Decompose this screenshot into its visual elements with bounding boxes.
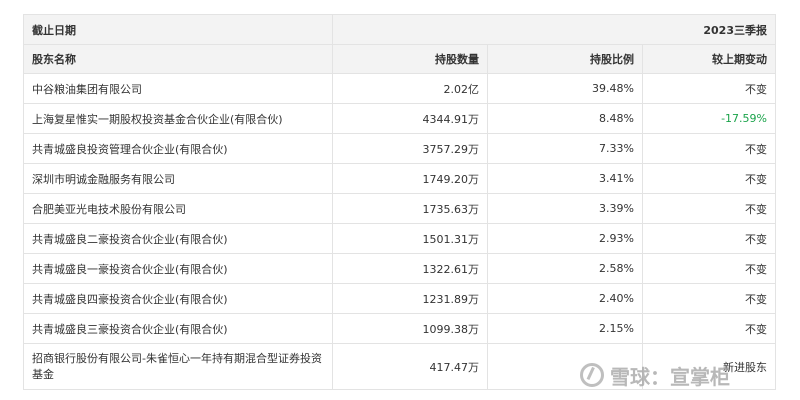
table-row: 上海复星惟实一期股权投资基金合伙企业(有限合伙) 4344.91万 8.48% -17… [23, 103, 776, 134]
table-row: 共青城盛良投资管理合伙企业(有限合伙) 3757.29万 7.33% 不变 [23, 133, 776, 164]
shareholder-name: 深圳市明诚金融服务有限公司 [23, 163, 333, 194]
shareholder-name: 共青城盛良投资管理合伙企业(有限合伙) [23, 133, 333, 164]
shares-cell: 2.02亿 [332, 73, 488, 104]
shares-cell: 1231.89万 [332, 283, 488, 314]
ratio-cell: 2.58% [487, 253, 643, 284]
shareholder-name: 共青城盛良四豪投资合伙企业(有限合伙) [23, 283, 333, 314]
ratio-cell: 2.15% [487, 313, 643, 344]
shares-cell: 1099.38万 [332, 313, 488, 344]
shareholder-table-container: 截止日期 2023三季报 股东名称 持股数量 持股比例 较上期变动 中谷粮油集团… [23, 14, 776, 390]
period-label: 2023三季报 [332, 14, 776, 45]
ratio-cell: 3.41% [487, 163, 643, 194]
table-row: 招商银行股份有限公司-朱雀恒心一年持有期混合型证券投资基金 417.47万 新进股东 [23, 343, 776, 390]
change-cell: 不变 [642, 223, 776, 254]
table-row: 中谷粮油集团有限公司 2.02亿 39.48% 不变 [23, 73, 776, 104]
shares-cell: 1501.31万 [332, 223, 488, 254]
column-header-row: 股东名称 持股数量 持股比例 较上期变动 [23, 44, 776, 74]
table-row: 共青城盛良三豪投资合伙企业(有限合伙) 1099.38万 2.15% 不变 [23, 313, 776, 344]
change-cell: 不变 [642, 133, 776, 164]
shares-cell: 1749.20万 [332, 163, 488, 194]
shares-cell: 1322.61万 [332, 253, 488, 284]
column-header-name: 股东名称 [23, 44, 333, 74]
ratio-cell: 2.40% [487, 283, 643, 314]
ratio-cell [487, 343, 643, 390]
table-row: 共青城盛良二豪投资合伙企业(有限合伙) 1501.31万 2.93% 不变 [23, 223, 776, 254]
table-row: 共青城盛良一豪投资合伙企业(有限合伙) 1322.61万 2.58% 不变 [23, 253, 776, 284]
ratio-cell: 8.48% [487, 103, 643, 134]
column-header-ratio: 持股比例 [487, 44, 643, 74]
change-cell: 新进股东 [642, 343, 776, 390]
shareholder-name: 共青城盛良三豪投资合伙企业(有限合伙) [23, 313, 333, 344]
column-header-change: 较上期变动 [642, 44, 776, 74]
shareholder-name: 上海复星惟实一期股权投资基金合伙企业(有限合伙) [23, 103, 333, 134]
ratio-cell: 39.48% [487, 73, 643, 104]
shareholder-name: 招商银行股份有限公司-朱雀恒心一年持有期混合型证券投资基金 [23, 343, 333, 390]
change-cell: 不变 [642, 193, 776, 224]
date-label: 截止日期 [23, 14, 333, 45]
shares-cell: 417.47万 [332, 343, 488, 390]
shares-cell: 1735.63万 [332, 193, 488, 224]
change-cell: -17.59% [642, 103, 776, 134]
table-row: 深圳市明诚金融服务有限公司 1749.20万 3.41% 不变 [23, 163, 776, 194]
table-body: 中谷粮油集团有限公司 2.02亿 39.48% 不变 上海复星惟实一期股权投资基金合伙企… [23, 73, 776, 390]
shareholder-name: 中谷粮油集团有限公司 [23, 73, 333, 104]
shares-cell: 4344.91万 [332, 103, 488, 134]
shareholder-name: 共青城盛良一豪投资合伙企业(有限合伙) [23, 253, 333, 284]
shareholder-name: 合肥美亚光电技术股份有限公司 [23, 193, 333, 224]
change-cell: 不变 [642, 283, 776, 314]
change-cell: 不变 [642, 253, 776, 284]
shares-cell: 3757.29万 [332, 133, 488, 164]
change-cell: 不变 [642, 73, 776, 104]
table-row: 共青城盛良四豪投资合伙企业(有限合伙) 1231.89万 2.40% 不变 [23, 283, 776, 314]
ratio-cell: 7.33% [487, 133, 643, 164]
ratio-cell: 2.93% [487, 223, 643, 254]
shareholder-name: 共青城盛良二豪投资合伙企业(有限合伙) [23, 223, 333, 254]
shareholder-table: 截止日期 2023三季报 股东名称 持股数量 持股比例 较上期变动 中谷粮油集团… [23, 14, 776, 390]
table-row: 合肥美亚光电技术股份有限公司 1735.63万 3.39% 不变 [23, 193, 776, 224]
change-cell: 不变 [642, 313, 776, 344]
column-header-shares: 持股数量 [332, 44, 488, 74]
ratio-cell: 3.39% [487, 193, 643, 224]
change-cell: 不变 [642, 163, 776, 194]
date-header-row: 截止日期 2023三季报 [23, 14, 776, 45]
